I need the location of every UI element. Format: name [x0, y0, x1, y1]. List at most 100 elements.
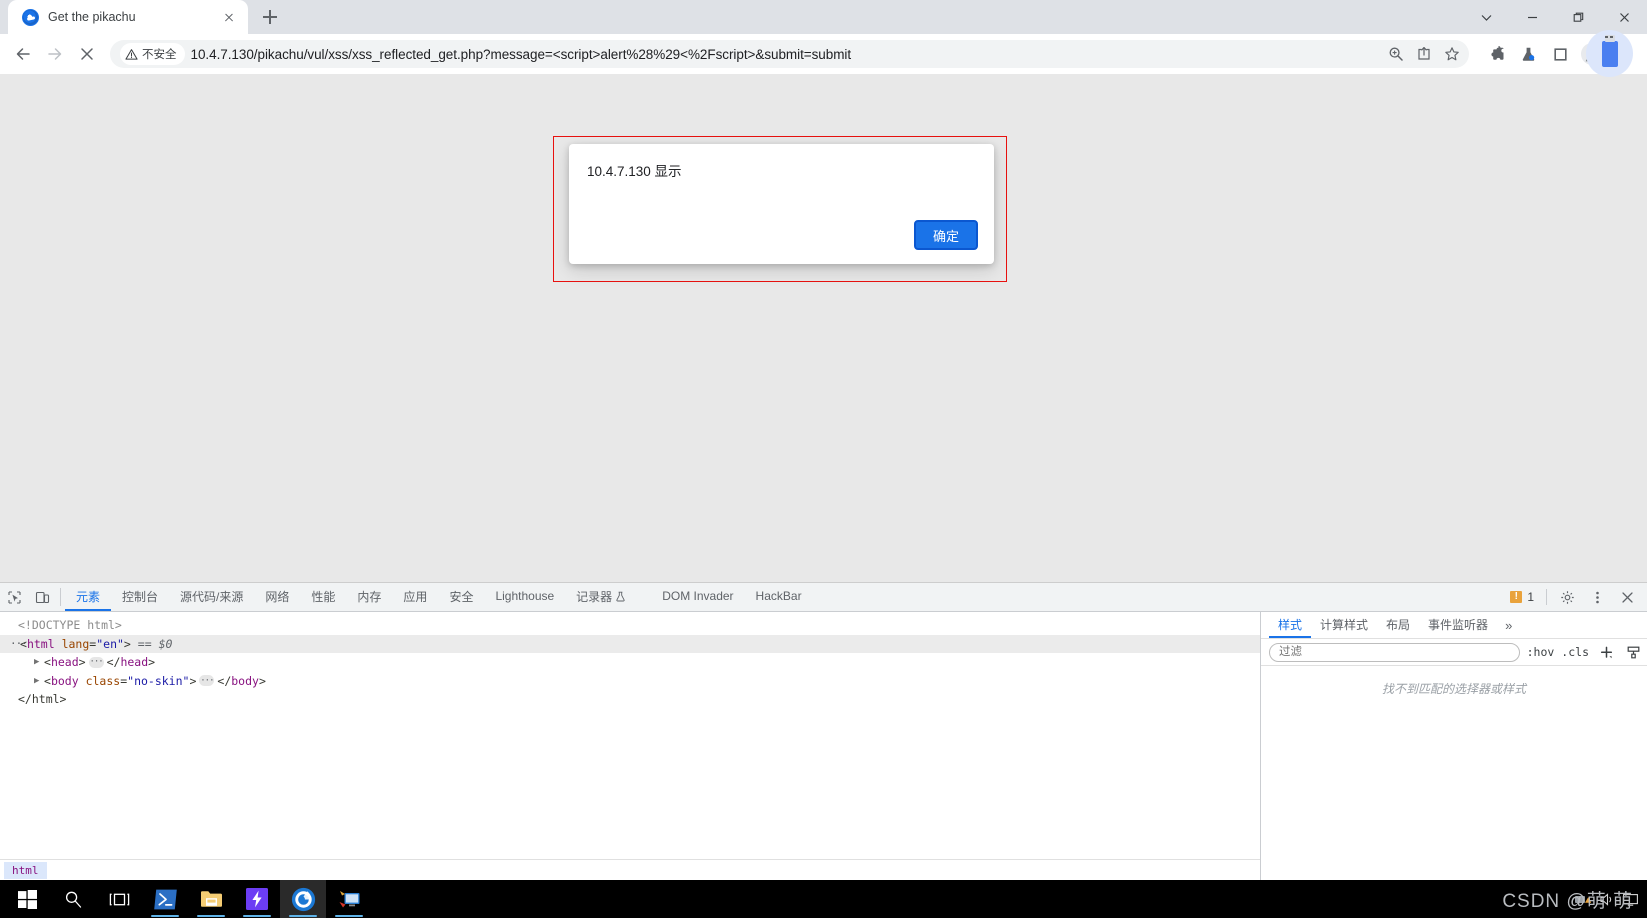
- styles-pane: 样式 计算样式 布局 事件监听器 » :hov .cls: [1260, 30, 1647, 880]
- tab-hackbar[interactable]: HackBar: [745, 583, 813, 611]
- settings-gear-icon[interactable]: [1553, 590, 1581, 605]
- chromium-app[interactable]: [280, 880, 326, 918]
- styles-tab-bar: 样式 计算样式 布局 事件监听器 »: [1261, 612, 1647, 639]
- html-tag-name: html: [26, 636, 55, 651]
- plus-icon[interactable]: [1596, 642, 1616, 662]
- close-icon[interactable]: [220, 8, 238, 26]
- task-view-button[interactable]: [96, 880, 142, 918]
- browser-tab[interactable]: Get the pikachu: [8, 0, 248, 34]
- dom-node-html[interactable]: ··· < html lang = "en" > == $0: [0, 634, 1260, 654]
- minimize-icon[interactable]: [1509, 0, 1555, 34]
- device-toolbar-icon[interactable]: [28, 583, 56, 611]
- address-bar[interactable]: 不安全 10.4.7.130/pikachu/vul/xss/xss_refle…: [110, 40, 1469, 68]
- tab-application[interactable]: 应用: [392, 583, 438, 611]
- close-devtools-icon[interactable]: [1613, 590, 1641, 605]
- flask-lab-icon[interactable]: [1513, 39, 1543, 69]
- share-icon[interactable]: [1411, 41, 1437, 67]
- display-icon[interactable]: [1622, 891, 1639, 908]
- selected-node-marker: == $0: [137, 636, 173, 651]
- dom-node-doctype[interactable]: <!DOCTYPE html>: [0, 616, 1260, 635]
- lightning-app[interactable]: [234, 880, 280, 918]
- head-close-tag-name: head: [120, 655, 149, 669]
- tab-layout[interactable]: 布局: [1377, 612, 1419, 638]
- hov-toggle-button[interactable]: :hov: [1527, 645, 1555, 659]
- stop-x-icon[interactable]: [72, 39, 102, 69]
- inspect-element-icon[interactable]: [0, 583, 28, 611]
- new-tab-button[interactable]: [256, 3, 284, 31]
- devtools-body: <!DOCTYPE html> ··· < html lang = "en" > == …: [0, 30, 1647, 880]
- zoom-icon[interactable]: [1383, 41, 1409, 67]
- dom-tree[interactable]: <!DOCTYPE html> ··· < html lang = "en" > == …: [0, 612, 1260, 859]
- window-controls: [1463, 0, 1647, 34]
- bookmark-star-icon[interactable]: [1439, 41, 1465, 67]
- dialog-actions: 确定: [587, 220, 978, 250]
- tab-network[interactable]: 网络: [254, 583, 300, 611]
- tab-sources[interactable]: 源代码/来源: [169, 583, 254, 611]
- collapsed-children-icon[interactable]: ···: [88, 656, 104, 668]
- forward-arrow-icon[interactable]: [40, 39, 70, 69]
- dialog-ok-button[interactable]: 确定: [914, 220, 978, 250]
- paintbrush-icon[interactable]: [1623, 642, 1643, 662]
- security-label: 不安全: [142, 49, 177, 61]
- browser-window: Get the pikachu 不安全 10.4.7.130/pikachu/v…: [0, 0, 1647, 880]
- powershell-app[interactable]: [142, 880, 188, 918]
- back-arrow-icon[interactable]: [8, 39, 38, 69]
- more-kebab-icon[interactable]: [1583, 590, 1611, 605]
- start-button[interactable]: [4, 880, 50, 918]
- dom-node-html-close[interactable]: </html>: [0, 690, 1260, 709]
- tab-event-listeners[interactable]: 事件监听器: [1419, 612, 1497, 638]
- tab-strip: Get the pikachu: [0, 0, 1647, 34]
- square-panel-icon[interactable]: [1545, 39, 1575, 69]
- tab-dom-invader[interactable]: DOM Invader: [651, 583, 744, 611]
- doctype-text: <!DOCTYPE html>: [18, 618, 122, 632]
- styles-more-tabs-icon[interactable]: »: [1497, 612, 1520, 638]
- tab-lighthouse[interactable]: Lighthouse: [484, 583, 565, 611]
- maximize-icon[interactable]: [1555, 0, 1601, 34]
- profile-avatar-icon[interactable]: [1577, 39, 1607, 69]
- file-explorer-app[interactable]: [188, 880, 234, 918]
- dialog-origin-label: 10.4.7.130 显示: [587, 164, 682, 179]
- tab-recorder[interactable]: 记录器: [565, 583, 637, 611]
- collapsed-children-icon[interactable]: ···: [199, 675, 215, 687]
- close-icon[interactable]: [1601, 0, 1647, 34]
- styles-filter-input[interactable]: [1269, 642, 1520, 662]
- tab-performance[interactable]: 性能: [300, 583, 346, 611]
- tab-computed[interactable]: 计算样式: [1311, 612, 1377, 638]
- cls-toggle-button[interactable]: .cls: [1561, 645, 1589, 659]
- warning-square-icon: [1510, 591, 1523, 603]
- breadcrumb-item-html[interactable]: html: [4, 861, 47, 879]
- dom-node-head[interactable]: ▶ < head > ··· </head >: [0, 653, 1260, 672]
- dom-node-body[interactable]: ▶ < body class = "no-skin" > ··· </body >: [0, 672, 1260, 691]
- body-close-tag-name: body: [231, 673, 259, 688]
- volume-icon[interactable]: [1598, 891, 1615, 908]
- tab-security[interactable]: 安全: [438, 583, 484, 611]
- omnibox-actions: [1383, 41, 1465, 67]
- html-attr-name: lang: [61, 636, 90, 651]
- tab-console[interactable]: 控制台: [111, 583, 169, 611]
- expand-triangle-icon[interactable]: ▶: [34, 653, 44, 672]
- security-status-chip[interactable]: 不安全: [120, 43, 185, 65]
- tab-elements[interactable]: 元素: [65, 583, 112, 611]
- tab-title: Get the pikachu: [48, 10, 136, 24]
- chevron-down-icon[interactable]: [1463, 0, 1509, 34]
- expand-triangle-icon[interactable]: ▶: [34, 672, 44, 691]
- breadcrumb: html: [0, 859, 1260, 880]
- dialog-message: [587, 186, 978, 200]
- warning-badge[interactable]: 1: [1504, 590, 1540, 604]
- tab-memory[interactable]: 内存: [346, 583, 392, 611]
- url-text[interactable]: 10.4.7.130/pikachu/vul/xss/xss_reflected…: [191, 47, 1378, 62]
- kebab-menu-icon[interactable]: [1609, 39, 1639, 69]
- network-warning-icon[interactable]: [1574, 891, 1592, 908]
- dom-tree-pane: <!DOCTYPE html> ··· < html lang = "en" > == …: [0, 612, 1260, 880]
- browser-toolbar: 不安全 10.4.7.130/pikachu/vul/xss/xss_refle…: [0, 34, 1647, 74]
- system-tray: [1574, 891, 1639, 908]
- html-close-text: </html>: [18, 692, 67, 706]
- body-attr-value: "no-skin": [127, 673, 190, 688]
- expand-dots-icon[interactable]: ···: [10, 635, 28, 654]
- search-button[interactable]: [50, 880, 96, 918]
- body-tag-name: body: [50, 673, 79, 688]
- head-tag-name: head: [50, 655, 79, 669]
- remote-desktop-app[interactable]: [326, 880, 372, 918]
- puzzle-extensions-icon[interactable]: [1481, 39, 1511, 69]
- tab-styles[interactable]: 样式: [1269, 612, 1312, 638]
